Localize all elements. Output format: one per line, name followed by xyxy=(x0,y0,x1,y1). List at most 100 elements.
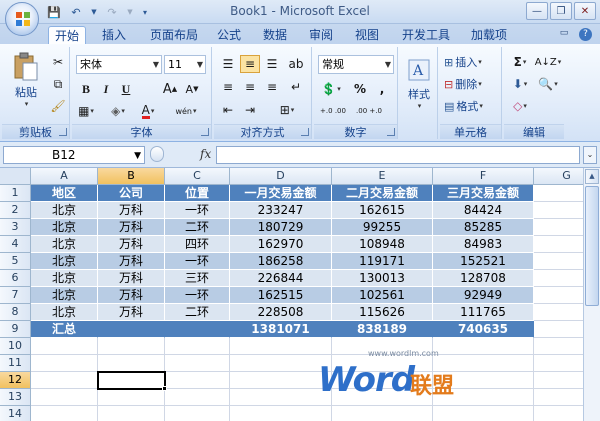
underline-button[interactable]: U xyxy=(116,80,136,98)
increase-indent-icon[interactable]: ⇥ xyxy=(240,101,260,119)
expand-formula-bar-icon[interactable]: ⌄ xyxy=(583,146,597,164)
copy-icon[interactable]: ⧉ xyxy=(48,75,68,93)
table-data-cell[interactable]: 115626 xyxy=(332,304,433,321)
currency-format-icon[interactable]: 💲 ▾ xyxy=(318,80,344,98)
phonetic-guide-button[interactable]: wén ▾ xyxy=(172,102,200,120)
table-data-cell[interactable]: 四环 xyxy=(165,236,230,253)
align-middle-icon[interactable]: ≡ xyxy=(240,55,260,73)
cut-icon[interactable]: ✂ xyxy=(48,53,68,71)
table-data-cell[interactable]: 84983 xyxy=(433,236,534,253)
decrease-indent-icon[interactable]: ⇤ xyxy=(218,101,238,119)
table-data-cell[interactable]: 128708 xyxy=(433,270,534,287)
number-launcher-icon[interactable] xyxy=(387,128,395,136)
table-data-cell[interactable]: 152521 xyxy=(433,253,534,270)
decrease-decimal-button[interactable]: .00 +.0 xyxy=(354,102,384,120)
tab-data[interactable]: 数据 xyxy=(258,26,292,44)
table-data-cell[interactable]: 万科 xyxy=(98,253,165,270)
row-header-5[interactable]: 5 xyxy=(0,253,31,270)
number-format-dropdown-icon[interactable]: ▼ xyxy=(385,56,391,73)
restore-button[interactable]: ❐ xyxy=(550,2,572,20)
italic-button[interactable]: I xyxy=(96,80,116,98)
find-select-icon[interactable]: 🔍 ▾ xyxy=(536,75,560,93)
table-data-cell[interactable]: 北京 xyxy=(31,253,98,270)
empty-cell[interactable] xyxy=(433,338,534,355)
table-data-cell[interactable]: 99255 xyxy=(332,219,433,236)
font-size-combobox[interactable]: 11 ▼ xyxy=(164,55,206,74)
paste-button[interactable]: 粘贴 ▾ xyxy=(6,49,46,111)
empty-cell[interactable] xyxy=(230,338,332,355)
empty-cell[interactable] xyxy=(31,406,98,421)
active-cell-b12[interactable] xyxy=(97,371,166,390)
column-header-a[interactable]: A xyxy=(31,168,98,185)
table-data-cell[interactable]: 186258 xyxy=(230,253,332,270)
row-header-12[interactable]: 12 xyxy=(0,372,31,389)
table-data-cell[interactable]: 万科 xyxy=(98,202,165,219)
empty-cell[interactable] xyxy=(165,406,230,421)
borders-icon[interactable]: ▦ ▾ xyxy=(76,102,96,120)
table-data-cell[interactable]: 北京 xyxy=(31,287,98,304)
table-data-cell[interactable]: 119171 xyxy=(332,253,433,270)
grow-font-icon[interactable]: A ▲ xyxy=(160,80,180,98)
increase-decimal-button[interactable]: +.0 .00 xyxy=(318,102,348,120)
tab-developer[interactable]: 开发工具 xyxy=(396,26,456,44)
scroll-thumb[interactable] xyxy=(585,186,599,306)
format-cells-button[interactable]: ▤ 格式 ▾ xyxy=(444,97,483,115)
align-right-icon[interactable]: ≡ xyxy=(262,78,282,96)
table-data-cell[interactable]: 233247 xyxy=(230,202,332,219)
table-header-cell[interactable]: 公司 xyxy=(98,185,165,202)
wrap-text-icon[interactable]: ↵ xyxy=(286,78,306,96)
empty-cell[interactable] xyxy=(31,389,98,406)
table-data-cell[interactable]: 北京 xyxy=(31,219,98,236)
empty-cell[interactable] xyxy=(98,338,165,355)
empty-cell[interactable] xyxy=(433,406,534,421)
table-data-cell[interactable]: 108948 xyxy=(332,236,433,253)
shrink-font-icon[interactable]: A ▼ xyxy=(182,80,202,98)
table-data-cell[interactable]: 226844 xyxy=(230,270,332,287)
insert-cells-button[interactable]: ⊞ 插入 ▾ xyxy=(444,53,482,71)
row-header-2[interactable]: 2 xyxy=(0,202,31,219)
row-header-10[interactable]: 10 xyxy=(0,338,31,355)
number-format-combobox[interactable]: 常规 ▼ xyxy=(318,55,394,74)
table-total-cell[interactable]: 838189 xyxy=(332,321,433,338)
name-box[interactable]: B12 ▼ xyxy=(3,146,145,164)
table-data-cell[interactable]: 北京 xyxy=(31,270,98,287)
worksheet-grid[interactable]: A B C D E F G 1 2 3 4 5 6 7 8 9 10 11 12… xyxy=(0,168,600,421)
table-data-cell[interactable]: 85285 xyxy=(433,219,534,236)
vertical-scrollbar[interactable]: ▲ xyxy=(583,168,600,421)
table-header-cell[interactable]: 位置 xyxy=(165,185,230,202)
font-name-dropdown-icon[interactable]: ▼ xyxy=(153,56,159,73)
table-data-cell[interactable]: 92949 xyxy=(433,287,534,304)
close-button[interactable]: ✕ xyxy=(574,2,596,20)
table-data-cell[interactable]: 北京 xyxy=(31,202,98,219)
table-data-cell[interactable]: 万科 xyxy=(98,270,165,287)
table-data-cell[interactable]: 三环 xyxy=(165,270,230,287)
tab-home[interactable]: 开始 xyxy=(48,26,86,45)
row-header-9[interactable]: 9 xyxy=(0,321,31,338)
table-data-cell[interactable]: 111765 xyxy=(433,304,534,321)
row-header-6[interactable]: 6 xyxy=(0,270,31,287)
table-data-cell[interactable]: 一环 xyxy=(165,287,230,304)
empty-cell[interactable] xyxy=(165,355,230,372)
empty-cell[interactable] xyxy=(31,372,98,389)
column-header-f[interactable]: F xyxy=(433,168,534,185)
table-data-cell[interactable]: 130013 xyxy=(332,270,433,287)
align-center-icon[interactable]: ≡ xyxy=(240,78,260,96)
column-header-e[interactable]: E xyxy=(332,168,433,185)
empty-cell[interactable] xyxy=(98,389,165,406)
column-header-d[interactable]: D xyxy=(230,168,332,185)
empty-cell[interactable] xyxy=(332,406,433,421)
fill-color-icon[interactable]: ◈ ▾ xyxy=(108,102,128,120)
alignment-launcher-icon[interactable] xyxy=(301,128,309,136)
row-header-1[interactable]: 1 xyxy=(0,185,31,202)
empty-cell[interactable] xyxy=(165,338,230,355)
table-total-cell[interactable]: 汇总 xyxy=(31,321,98,338)
insert-function-button[interactable]: fx xyxy=(200,147,211,161)
table-header-cell[interactable]: 二月交易金额 xyxy=(332,185,433,202)
table-total-cell[interactable]: 1381071 xyxy=(230,321,332,338)
minimize-button[interactable]: — xyxy=(526,2,548,20)
empty-cell[interactable] xyxy=(230,389,332,406)
tab-formulas[interactable]: 公式 xyxy=(212,26,246,44)
table-data-cell[interactable]: 北京 xyxy=(31,236,98,253)
font-size-dropdown-icon[interactable]: ▼ xyxy=(197,56,203,73)
autosum-icon[interactable]: Σ ▾ xyxy=(508,53,532,71)
